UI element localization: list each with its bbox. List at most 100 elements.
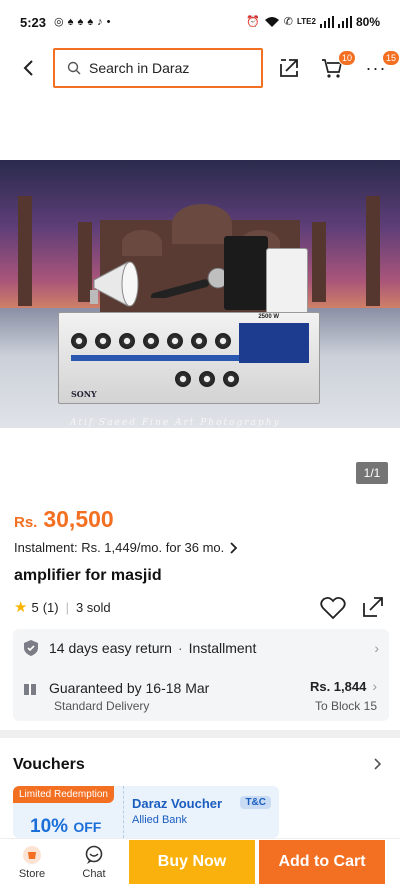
rating-row[interactable]: ★ 5 (1) | 3 sold	[14, 598, 111, 616]
cart-badge: 10	[337, 50, 356, 66]
chat-label: Chat	[82, 868, 106, 880]
price-currency: Rs.	[14, 514, 38, 531]
more-badge: 15	[381, 50, 400, 66]
battery-level: 80%	[355, 15, 380, 29]
rating-count: (1)	[42, 599, 59, 615]
chevron-right-icon: ›	[372, 678, 377, 694]
star-icon: ★	[14, 599, 28, 616]
image-watermark: Atif Saeed Fine Art Photography	[70, 418, 281, 428]
rating-value: 5	[31, 599, 39, 615]
voucher-bank: Allied Bank	[132, 814, 188, 826]
knob	[71, 333, 87, 349]
delivery-price: Rs. 1,844	[309, 678, 367, 694]
knob	[143, 333, 159, 349]
knob	[215, 333, 231, 349]
black-speaker	[224, 236, 268, 310]
dome	[122, 230, 162, 256]
snapchat-icon: ♠	[67, 15, 74, 28]
voucher-details: Daraz Voucher Allied Bank T&C	[123, 786, 279, 838]
more-notifications-icon: •	[106, 15, 111, 28]
voucher-card[interactable]: Limited Redemption 10% OFF Daraz Voucher…	[13, 786, 279, 838]
chat-icon	[85, 845, 103, 864]
delivery-type: Standard Delivery	[54, 699, 150, 713]
price: Rs. 30,500	[14, 506, 114, 533]
whatsapp-icon: ◎	[54, 15, 64, 28]
amp-power-label: 2500 W	[258, 314, 279, 320]
amp-brand: SONY	[71, 389, 97, 399]
bottom-action-bar: Store Chat Buy Now Add to Cart	[0, 838, 400, 888]
knob	[199, 371, 215, 387]
lte-label: LTE2	[297, 17, 316, 26]
shield-check-icon	[24, 640, 38, 656]
return-text: 14 days easy return	[49, 640, 172, 656]
signal-icon	[319, 16, 334, 28]
minaret	[366, 196, 380, 306]
amplifier: 2500 W SONY	[58, 312, 320, 404]
minaret	[312, 222, 326, 302]
product-share-icon[interactable]	[360, 594, 386, 620]
knob	[175, 371, 191, 387]
installment-text: Installment	[188, 640, 257, 656]
rating-divider: |	[65, 599, 69, 615]
section-divider	[0, 730, 400, 738]
delivery-info-box: 14 days easy return · Installment › Guar…	[13, 629, 389, 721]
tiktok-icon: ♪	[97, 15, 103, 28]
dot-separator: ·	[177, 640, 183, 656]
search-input[interactable]: Search in Daraz	[53, 48, 263, 88]
buy-now-button[interactable]: Buy Now	[129, 840, 255, 884]
microphone	[150, 268, 229, 298]
product-title: amplifier for masjid	[14, 567, 162, 584]
chevron-right-icon: ›	[374, 640, 379, 656]
voucher-discount: 10% OFF	[30, 816, 101, 838]
top-nav: Search in Daraz 10 ··· 15	[0, 44, 400, 92]
wifi-icon	[264, 17, 279, 27]
vouchers-heading: Vouchers	[13, 756, 85, 773]
wishlist-heart-icon[interactable]	[320, 596, 346, 620]
display-panel	[239, 323, 309, 363]
price-value: 30,500	[43, 506, 114, 532]
chevron-left-icon	[23, 60, 33, 76]
delivery-destination: To Block 15	[314, 699, 377, 713]
box-icon	[24, 681, 36, 695]
search-icon	[67, 61, 81, 75]
dome	[172, 204, 232, 244]
chevron-right-icon[interactable]	[374, 758, 382, 770]
share-icon	[280, 59, 298, 77]
store-label: Store	[18, 868, 46, 880]
product-image[interactable]: 2500 W SONY Atif Saeed Fine Art Photogra…	[0, 160, 400, 428]
voucher-discount-suffix: OFF	[73, 819, 102, 835]
return-row[interactable]: 14 days easy return · Installment ›	[23, 637, 379, 659]
voucher-discount-value: 10%	[30, 816, 69, 837]
horn-speaker	[90, 261, 139, 307]
status-bar: 5:23 ◎ ♠ ♠ ♠ ♪ • ⏰ ✆ LTE2 80%	[0, 0, 400, 44]
instalment-text: Instalment: Rs. 1,449/mo. for 36 mo.	[14, 540, 225, 555]
add-to-cart-button[interactable]: Add to Cart	[259, 840, 385, 884]
snapchat-icon-2: ♠	[77, 15, 84, 28]
status-time: 5:23	[20, 14, 47, 30]
more-button[interactable]: ··· 15	[362, 50, 400, 82]
search-placeholder: Search in Daraz	[89, 60, 190, 76]
store-button[interactable]: Store	[8, 845, 56, 887]
back-button[interactable]	[14, 54, 42, 82]
knob	[95, 333, 111, 349]
instalment-link[interactable]: Instalment: Rs. 1,449/mo. for 36 mo.	[14, 540, 238, 555]
store-icon	[23, 846, 41, 864]
guaranteed-text: Guaranteed by 16-18 Mar	[49, 680, 210, 696]
limited-redemption-badge: Limited Redemption	[13, 786, 114, 803]
chevron-right-icon	[230, 541, 238, 554]
voucher-name: Daraz Voucher	[132, 796, 223, 811]
call-icon: ✆	[283, 15, 293, 28]
white-speaker	[266, 248, 308, 314]
signal-icon-2	[337, 16, 352, 28]
delivery-price-row: Rs. 1,844 ›	[310, 678, 377, 694]
sold-count: 3 sold	[75, 599, 111, 615]
knob	[119, 333, 135, 349]
tnc-badge[interactable]: T&C	[240, 796, 271, 809]
share-button[interactable]	[275, 54, 303, 82]
cart-button[interactable]: 10	[318, 50, 356, 82]
chat-button[interactable]: Chat	[70, 845, 118, 887]
amp-stripe	[71, 355, 259, 361]
snapchat-icon-3: ♠	[87, 15, 94, 28]
knob	[191, 333, 207, 349]
minaret	[18, 196, 32, 306]
